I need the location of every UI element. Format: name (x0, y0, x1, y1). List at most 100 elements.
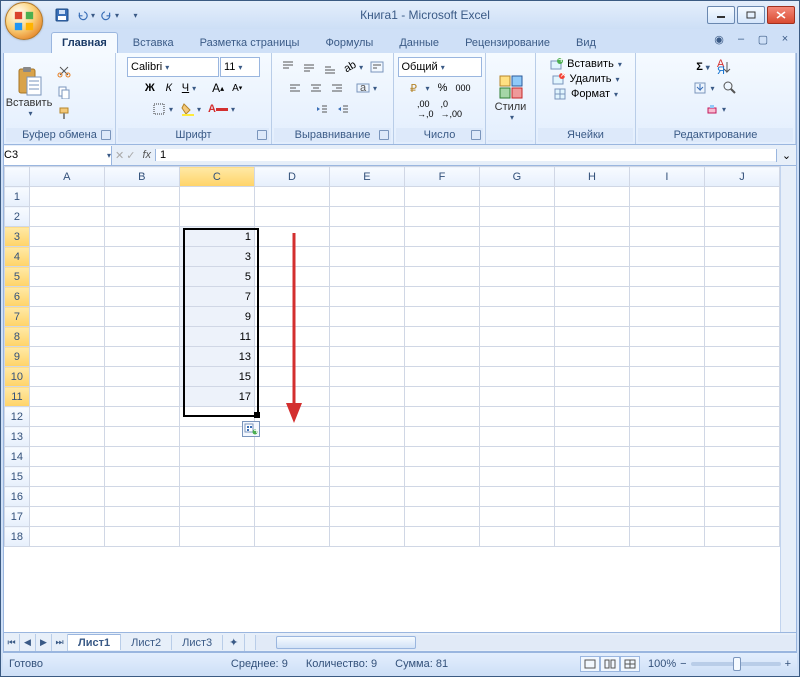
cell-F15[interactable] (404, 467, 479, 487)
cell-J17[interactable] (704, 507, 779, 527)
cell-A2[interactable] (29, 207, 104, 227)
decrease-decimal-icon[interactable]: ,0→,00 (438, 99, 466, 119)
restore-workbook-icon[interactable]: ▢ (755, 31, 771, 47)
cell-B9[interactable] (104, 347, 179, 367)
tab-insert[interactable]: Вставка (122, 32, 185, 53)
cell-C17[interactable] (179, 507, 254, 527)
cell-J8[interactable] (704, 327, 779, 347)
last-sheet-icon[interactable]: ⏭ (52, 634, 68, 651)
cell-I15[interactable] (629, 467, 704, 487)
enter-formula-icon[interactable]: ✓ (126, 149, 135, 162)
cell-E9[interactable] (329, 347, 404, 367)
copy-icon[interactable] (54, 82, 74, 102)
row-header-6[interactable]: 6 (5, 287, 30, 307)
cell-J3[interactable] (704, 227, 779, 247)
paste-button[interactable]: Вставить ▾ (6, 59, 52, 125)
align-top-icon[interactable] (278, 57, 298, 77)
col-header-E[interactable]: E (329, 167, 404, 187)
cell-I8[interactable] (629, 327, 704, 347)
italic-icon[interactable]: К (160, 78, 178, 98)
page-layout-view-icon[interactable] (600, 656, 620, 672)
cell-B15[interactable] (104, 467, 179, 487)
cell-G15[interactable] (479, 467, 554, 487)
number-format-combo[interactable]: Общий▾ (398, 57, 482, 77)
find-select-icon[interactable] (719, 78, 741, 98)
tab-review[interactable]: Рецензирование (454, 32, 561, 53)
cell-B4[interactable] (104, 247, 179, 267)
cell-I2[interactable] (629, 207, 704, 227)
cell-G3[interactable] (479, 227, 554, 247)
cell-D8[interactable] (254, 327, 329, 347)
cell-A6[interactable] (29, 287, 104, 307)
cell-I13[interactable] (629, 427, 704, 447)
cell-J10[interactable] (704, 367, 779, 387)
cell-B13[interactable] (104, 427, 179, 447)
cell-B1[interactable] (104, 187, 179, 207)
first-sheet-icon[interactable]: ⏮ (4, 634, 20, 651)
maximize-button[interactable] (737, 6, 765, 24)
zoom-out-icon[interactable]: − (680, 658, 686, 670)
save-icon[interactable] (53, 6, 71, 24)
vertical-scrollbar[interactable] (780, 166, 796, 632)
expand-formula-bar-icon[interactable]: ⌄ (776, 149, 796, 162)
cell-D7[interactable] (254, 307, 329, 327)
cell-I7[interactable] (629, 307, 704, 327)
cell-H3[interactable] (554, 227, 629, 247)
col-header-B[interactable]: B (104, 167, 179, 187)
qat-customize-icon[interactable]: ▾ (125, 6, 143, 24)
cell-C16[interactable] (179, 487, 254, 507)
cell-A7[interactable] (29, 307, 104, 327)
borders-icon[interactable]: ▾ (149, 99, 176, 119)
cell-J15[interactable] (704, 467, 779, 487)
close-workbook-icon[interactable]: × (777, 31, 793, 47)
grow-font-icon[interactable]: A▴ (209, 78, 227, 98)
currency-icon[interactable]: ₽▾ (405, 78, 432, 98)
cell-D5[interactable] (254, 267, 329, 287)
cell-B5[interactable] (104, 267, 179, 287)
cell-I4[interactable] (629, 247, 704, 267)
cell-J4[interactable] (704, 247, 779, 267)
cell-F6[interactable] (404, 287, 479, 307)
cell-H5[interactable] (554, 267, 629, 287)
cell-B7[interactable] (104, 307, 179, 327)
col-header-C[interactable]: C (179, 167, 254, 187)
cell-I9[interactable] (629, 347, 704, 367)
cell-H9[interactable] (554, 347, 629, 367)
col-header-J[interactable]: J (704, 167, 779, 187)
tab-data[interactable]: Данные (388, 32, 450, 53)
cell-F5[interactable] (404, 267, 479, 287)
normal-view-icon[interactable] (580, 656, 600, 672)
font-size-combo[interactable]: 11▾ (220, 57, 260, 77)
cell-D2[interactable] (254, 207, 329, 227)
align-middle-icon[interactable] (299, 57, 319, 77)
row-header-4[interactable]: 4 (5, 247, 30, 267)
decrease-indent-icon[interactable] (312, 99, 332, 119)
sheet-tab-2[interactable]: Лист2 (121, 635, 172, 650)
cell-C3[interactable]: 1 (179, 227, 254, 247)
col-header-A[interactable]: A (29, 167, 104, 187)
cell-E18[interactable] (329, 527, 404, 547)
col-header-G[interactable]: G (479, 167, 554, 187)
cell-C15[interactable] (179, 467, 254, 487)
cell-A16[interactable] (29, 487, 104, 507)
cell-D12[interactable] (254, 407, 329, 427)
cell-F8[interactable] (404, 327, 479, 347)
format-cells-button[interactable]: Формат▾ (553, 87, 618, 101)
cell-D4[interactable] (254, 247, 329, 267)
orientation-icon[interactable]: ab▾ (341, 57, 366, 77)
page-break-view-icon[interactable] (620, 656, 640, 672)
sheet-tab-3[interactable]: Лист3 (172, 635, 223, 650)
cell-J13[interactable] (704, 427, 779, 447)
cell-D16[interactable] (254, 487, 329, 507)
cell-C10[interactable]: 15 (179, 367, 254, 387)
cell-F9[interactable] (404, 347, 479, 367)
cell-C14[interactable] (179, 447, 254, 467)
cell-F12[interactable] (404, 407, 479, 427)
cell-H8[interactable] (554, 327, 629, 347)
cell-G13[interactable] (479, 427, 554, 447)
cell-B8[interactable] (104, 327, 179, 347)
name-box[interactable]: C3▾ (4, 146, 112, 165)
cell-J1[interactable] (704, 187, 779, 207)
zoom-level[interactable]: 100% (648, 658, 676, 670)
cell-A5[interactable] (29, 267, 104, 287)
